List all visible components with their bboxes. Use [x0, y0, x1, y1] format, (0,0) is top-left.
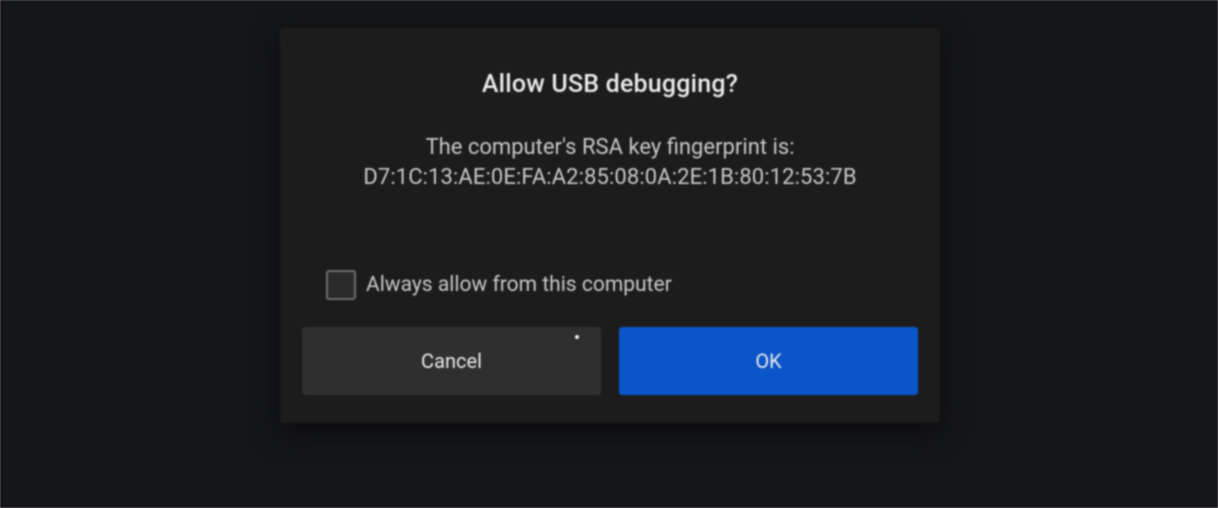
screen-backdrop: Allow USB debugging? The computer's RSA …: [0, 0, 1218, 508]
rsa-fingerprint: D7:1C:13:AE:0E:FA:A2:85:08:0A:2E:1B:80:1…: [280, 163, 940, 193]
cancel-button[interactable]: Cancel: [302, 327, 601, 395]
dialog-message: The computer's RSA key fingerprint is:: [280, 133, 940, 163]
dialog-title: Allow USB debugging?: [280, 70, 940, 99]
always-allow-checkbox[interactable]: Always allow from this computer: [326, 270, 672, 300]
dialog-button-row: Cancel OK: [302, 327, 918, 395]
ok-button-label: OK: [755, 349, 781, 373]
checkbox-label: Always allow from this computer: [366, 273, 672, 297]
cancel-button-label: Cancel: [421, 349, 482, 373]
ok-button[interactable]: OK: [619, 327, 918, 395]
checkbox-icon[interactable]: [326, 270, 356, 300]
pointer-dot-icon: [575, 335, 579, 339]
usb-debugging-dialog: Allow USB debugging? The computer's RSA …: [280, 28, 940, 423]
